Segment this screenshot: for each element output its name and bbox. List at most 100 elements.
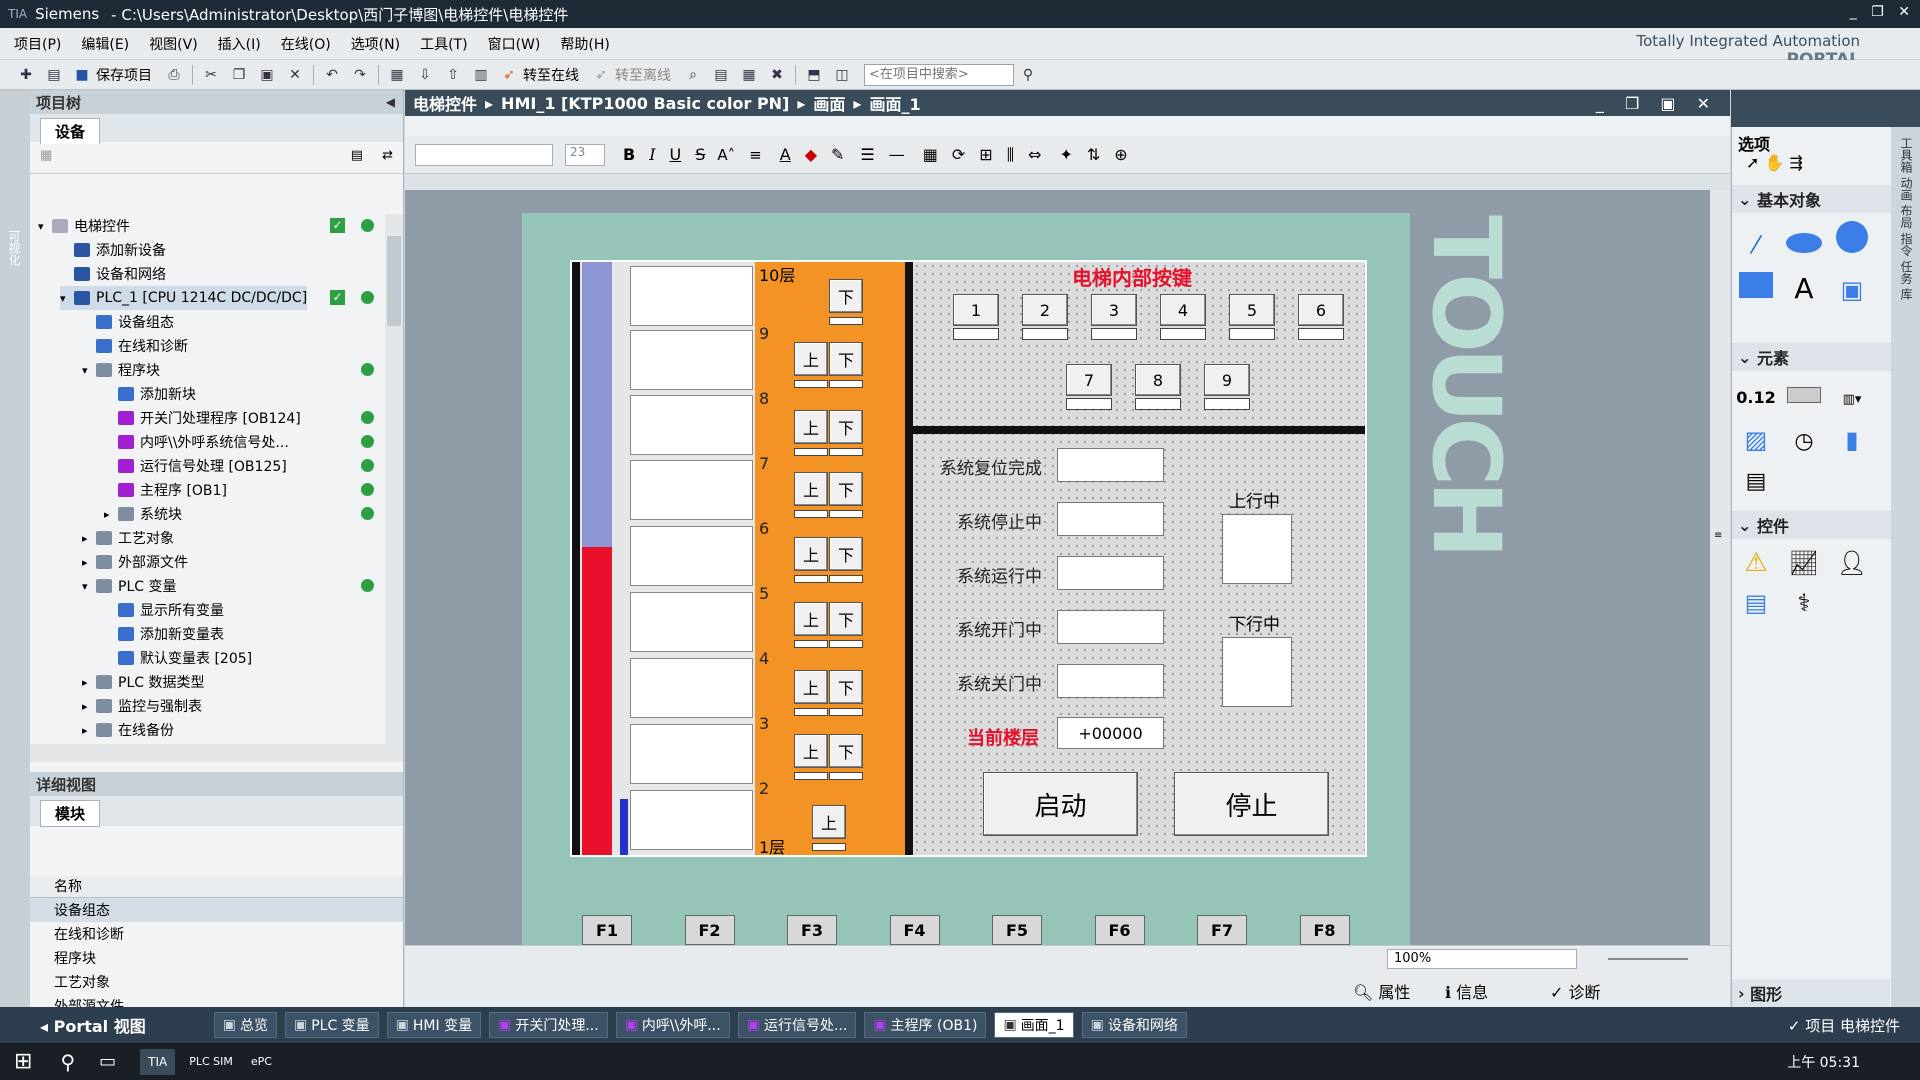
tree-item[interactable]: ▸ 外部源文件 bbox=[82, 550, 188, 574]
tree-item[interactable]: ▸ PLC 数据类型 bbox=[82, 670, 204, 694]
collapse-panel-icon[interactable]: ◀ bbox=[386, 95, 395, 109]
hall-up-button[interactable]: 上 bbox=[794, 734, 828, 768]
align-objects-icon[interactable]: ⊞ bbox=[979, 145, 992, 164]
hall-up-button[interactable]: 上 bbox=[812, 805, 846, 839]
tree-item[interactable]: ▾ 程序块 bbox=[82, 358, 160, 382]
fill-color-icon[interactable]: ◆ bbox=[805, 145, 817, 164]
section-graphics[interactable]: › 图形 bbox=[1732, 979, 1890, 1007]
expand-icon[interactable]: ▸ bbox=[104, 508, 118, 521]
go-offline-button[interactable]: 转至离线 bbox=[615, 65, 671, 85]
menu-project[interactable]: 项目(P) bbox=[14, 34, 61, 54]
task-view-icon[interactable]: ▭ bbox=[99, 1051, 116, 1072]
rotate-icon[interactable]: ⟳ bbox=[952, 145, 965, 164]
split-vertical-icon[interactable]: ◫ bbox=[832, 65, 852, 85]
detail-row[interactable]: 在线和诊断 bbox=[30, 922, 403, 946]
hall-up-button[interactable]: 上 bbox=[794, 342, 828, 376]
tree-item[interactable]: 主程序 [OB1] bbox=[104, 478, 227, 502]
function-key-f5[interactable]: F5 bbox=[992, 915, 1042, 945]
rectangle-icon[interactable] bbox=[1738, 269, 1774, 301]
diagnostics-tab[interactable]: ✓ 诊断 bbox=[1550, 979, 1601, 1003]
section-controls[interactable]: ⌄ 控件 bbox=[1732, 511, 1891, 539]
cut-icon[interactable]: ✂ bbox=[201, 65, 221, 85]
layer-icon[interactable]: ⇅ bbox=[1087, 145, 1100, 164]
same-size-icon[interactable]: ⇔ bbox=[1028, 145, 1041, 164]
floor-key-4[interactable]: 4 bbox=[1160, 294, 1206, 326]
start-button[interactable]: 启动 bbox=[983, 772, 1138, 836]
editor-window-controls[interactable]: _ ❐ ▣ ✕ bbox=[1596, 94, 1718, 113]
button-icon[interactable] bbox=[1786, 379, 1822, 411]
breadcrumb-screen1[interactable]: 画面_1 bbox=[869, 91, 920, 115]
cancel-icon[interactable]: ✖ bbox=[767, 65, 787, 85]
function-key-f1[interactable]: F1 bbox=[582, 915, 632, 945]
editor-tab[interactable]: ▣ 开关门处理... bbox=[489, 1012, 608, 1038]
bar-icon[interactable]: ▮ bbox=[1834, 424, 1870, 456]
grid-icon[interactable]: ✦ bbox=[1059, 145, 1072, 164]
hall-down-button[interactable]: 下 bbox=[829, 279, 863, 313]
function-key-f6[interactable]: F6 bbox=[1094, 915, 1145, 945]
function-key-f3[interactable]: F3 bbox=[787, 915, 837, 945]
open-project-icon[interactable]: ▤ bbox=[44, 65, 64, 85]
go-online-button[interactable]: 转至在线 bbox=[523, 65, 579, 85]
graphic-io-icon[interactable]: ▨ bbox=[1738, 424, 1774, 456]
breadcrumb-screens[interactable]: 画面 bbox=[813, 91, 845, 115]
line-width-icon[interactable]: ☰ bbox=[860, 145, 874, 164]
tree-item[interactable]: ▸ 系统块 bbox=[104, 502, 182, 526]
hall-up-button[interactable]: 上 bbox=[794, 602, 828, 636]
floor-key-1[interactable]: 1 bbox=[953, 294, 999, 326]
print-icon[interactable]: ⎙ bbox=[164, 65, 184, 85]
plcsim-taskbar-app[interactable]: PLC SIM bbox=[189, 1055, 233, 1068]
expand-icon[interactable]: ▾ bbox=[82, 580, 96, 593]
floor-key-9[interactable]: 9 bbox=[1204, 364, 1250, 396]
tree-item[interactable]: ▸ 在线备份 bbox=[82, 718, 174, 742]
tree-hscrollbar[interactable] bbox=[30, 744, 403, 762]
editor-tab[interactable]: ▣ 画面_1 bbox=[994, 1012, 1074, 1038]
tree-item[interactable]: ▾ PLC_1 [CPU 1214C DC/DC/DC] bbox=[60, 286, 308, 310]
function-key-f2[interactable]: F2 bbox=[684, 915, 735, 945]
new-project-icon[interactable]: ✚ bbox=[16, 65, 36, 85]
task-cards-tabs[interactable]: 工具箱 动画 布局 指令 任务 库 bbox=[1898, 137, 1914, 300]
accessible-devices-tab[interactable]: 可视化 bbox=[6, 230, 23, 266]
editor-tab[interactable]: ▣ HMI 变量 bbox=[386, 1012, 482, 1038]
portal-view-button[interactable]: ◂ Portal 视图 bbox=[40, 1013, 146, 1037]
hall-up-button[interactable]: 上 bbox=[794, 410, 828, 444]
split-horizontal-icon[interactable]: ⬒ bbox=[804, 65, 824, 85]
hall-down-button[interactable]: 下 bbox=[829, 734, 863, 768]
tree-item[interactable]: 运行信号处理 [OB125] bbox=[104, 454, 287, 478]
properties-tab[interactable]: 🔍︎ 属性 bbox=[1353, 979, 1410, 1003]
tree-item[interactable]: 在线和诊断 bbox=[82, 334, 188, 358]
breadcrumb-project[interactable]: 电梯控件 bbox=[413, 91, 477, 115]
hall-down-button[interactable]: 下 bbox=[829, 410, 863, 444]
font-size-select[interactable]: 23 bbox=[565, 143, 605, 166]
menu-insert[interactable]: 插入(I) bbox=[218, 34, 261, 54]
expand-icon[interactable]: ▸ bbox=[82, 532, 96, 545]
superscript-icon[interactable]: A˄ bbox=[717, 146, 735, 164]
accessible-devices-icon[interactable]: ⌕ bbox=[683, 65, 703, 85]
tree-item[interactable]: 开关门处理程序 [OB124] bbox=[104, 406, 301, 430]
undo-icon[interactable]: ↶ bbox=[322, 65, 342, 85]
go-offline-icon[interactable]: ➶ bbox=[591, 65, 611, 85]
upload-icon[interactable]: ⇧ bbox=[443, 65, 463, 85]
menu-view[interactable]: 视图(V) bbox=[149, 34, 198, 54]
zoom-tool-icon[interactable]: ⊕ bbox=[1114, 145, 1127, 164]
column-name-header[interactable]: 名称 bbox=[30, 876, 403, 898]
function-key-f8[interactable]: F8 bbox=[1299, 915, 1350, 945]
align-icon[interactable]: ≡ bbox=[749, 146, 762, 164]
floor-key-2[interactable]: 2 bbox=[1022, 294, 1068, 326]
expand-icon[interactable]: ▾ bbox=[60, 292, 74, 305]
expand-icon[interactable]: ▸ bbox=[82, 700, 96, 713]
floor-key-7[interactable]: 7 bbox=[1066, 364, 1112, 396]
detail-row[interactable]: 工艺对象 bbox=[30, 970, 403, 994]
editor-tab[interactable]: ▣ 内呼\\外呼... bbox=[615, 1012, 730, 1038]
redo-icon[interactable]: ↷ bbox=[350, 65, 370, 85]
distribute-icon[interactable]: ⫼ bbox=[1007, 145, 1014, 165]
floor-key-6[interactable]: 6 bbox=[1298, 294, 1344, 326]
symbolic-io-icon[interactable]: ▥▾ bbox=[1834, 384, 1870, 416]
menu-options[interactable]: 选项(N) bbox=[351, 34, 400, 54]
arrange-icon[interactable]: ▦ bbox=[923, 145, 938, 164]
line-color-icon[interactable]: ✎ bbox=[831, 145, 844, 164]
line-icon[interactable]: ⁄ bbox=[1738, 229, 1774, 261]
switch-icon[interactable]: ▤ bbox=[1738, 465, 1774, 497]
io-field-icon[interactable]: 0.12 bbox=[1736, 382, 1775, 414]
tree-item[interactable]: ▸ 监控与强制表 bbox=[82, 694, 202, 718]
expand-icon[interactable]: ▾ bbox=[82, 364, 96, 377]
